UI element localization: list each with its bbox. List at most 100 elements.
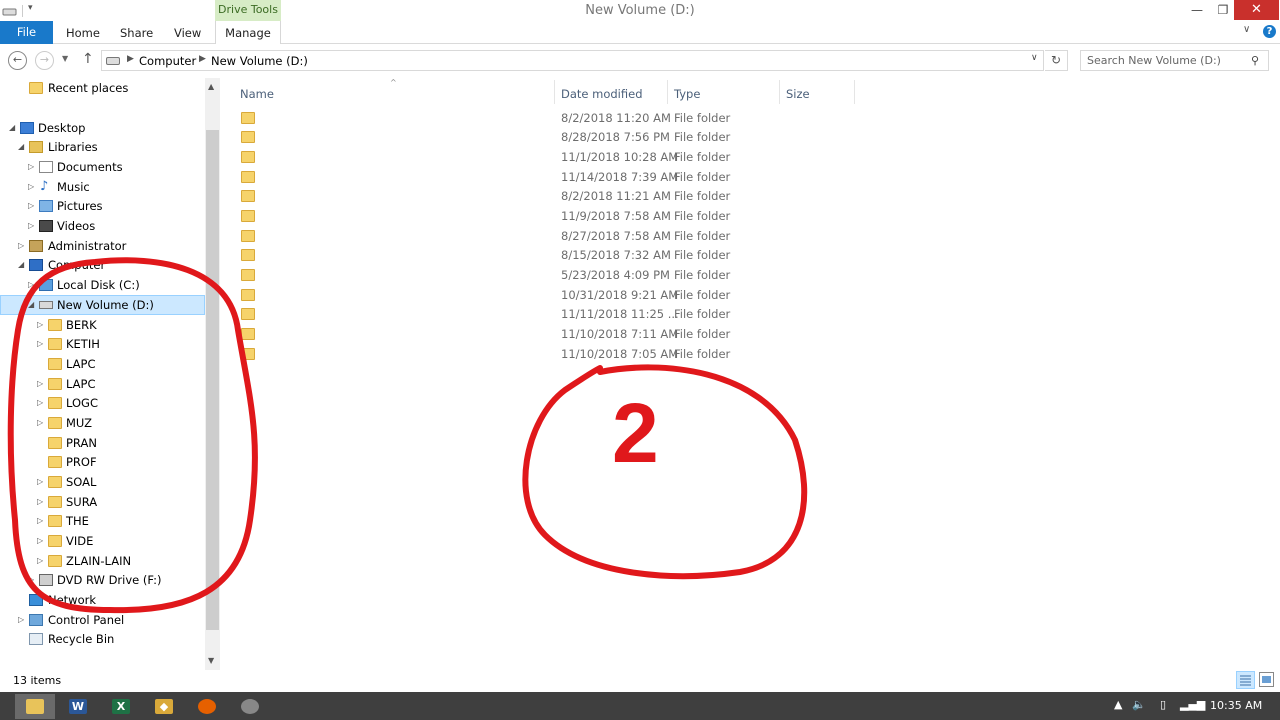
expand-arrow-icon[interactable]: ▷	[28, 177, 38, 197]
up-arrow-icon[interactable]: ↑	[82, 51, 94, 67]
scroll-up-icon[interactable]: ▲	[208, 82, 214, 91]
nav-item-folder[interactable]: ▷ BERK	[0, 315, 205, 335]
column-header-type[interactable]: Type	[674, 82, 700, 106]
nav-item-recent-places[interactable]: Recent places	[0, 78, 205, 98]
tab-home[interactable]: Home	[66, 21, 100, 44]
collapse-arrow-icon[interactable]: ◢	[18, 137, 28, 157]
nav-item-folder[interactable]: ▷ MUZ	[0, 413, 205, 433]
expand-arrow-icon[interactable]: ▷	[18, 236, 28, 256]
table-row[interactable]: 11/1/2018 10:28 AM File folder	[228, 147, 858, 167]
nav-item-network[interactable]: Network	[0, 590, 205, 610]
expand-arrow-icon[interactable]: ▷	[28, 196, 38, 216]
search-box[interactable]: ⚲	[1080, 50, 1269, 71]
taskbar-firefox[interactable]	[187, 694, 227, 719]
expand-arrow-icon[interactable]: ▷	[37, 472, 47, 492]
taskbar-file-explorer[interactable]	[15, 694, 55, 719]
address-dropdown-icon[interactable]: ∨	[1031, 53, 1038, 63]
nav-item-folder[interactable]: ▷ VIDE	[0, 531, 205, 551]
nav-item-desktop[interactable]: ◢ Desktop	[0, 118, 205, 138]
back-button[interactable]: ←	[8, 51, 27, 70]
maximize-button[interactable]: ❐	[1213, 0, 1233, 20]
expand-arrow-icon[interactable]: ▷	[37, 334, 47, 354]
table-row[interactable]: 5/23/2018 4:09 PM File folder	[228, 265, 858, 285]
close-button[interactable]: ✕	[1234, 0, 1279, 20]
nav-item-documents[interactable]: ▷ Documents	[0, 157, 205, 177]
clock[interactable]: 10:35 AM	[1210, 699, 1262, 712]
nav-item-folder[interactable]: ▷ SOAL	[0, 472, 205, 492]
column-divider[interactable]	[667, 80, 668, 104]
nav-item-folder[interactable]: ▷ ZLAIN-LAIN	[0, 551, 205, 571]
column-header-size[interactable]: Size	[786, 82, 810, 106]
recent-locations-dropdown-icon[interactable]: ▼	[62, 54, 68, 63]
expand-arrow-icon[interactable]: ▷	[37, 413, 47, 433]
column-divider[interactable]	[779, 80, 780, 104]
table-row[interactable]: 11/9/2018 7:58 AM File folder	[228, 206, 858, 226]
expand-arrow-icon[interactable]: ▷	[37, 492, 47, 512]
table-row[interactable]: 11/10/2018 7:11 AM File folder	[228, 324, 858, 344]
large-icons-view-button[interactable]	[1259, 672, 1274, 687]
table-row[interactable]: 10/31/2018 9:21 AM File folder	[228, 285, 858, 305]
search-input[interactable]	[1087, 53, 1247, 68]
table-row[interactable]: 11/14/2018 7:39 AM File folder	[228, 167, 858, 187]
search-icon[interactable]: ⚲	[1251, 54, 1259, 67]
nav-item-folder[interactable]: ▷ THE	[0, 511, 205, 531]
expand-arrow-icon[interactable]: ▷	[37, 315, 47, 335]
column-divider[interactable]	[554, 80, 555, 104]
expand-arrow-icon[interactable]: ▷	[37, 531, 47, 551]
table-row[interactable]: 8/2/2018 11:20 AM File folder	[228, 108, 858, 128]
expand-arrow-icon[interactable]: ▷	[28, 570, 38, 590]
nav-item-computer[interactable]: ◢ Computer	[0, 255, 205, 275]
chevron-right-icon[interactable]: ▶	[199, 54, 206, 64]
nav-item-folder[interactable]: LAPC	[0, 354, 205, 374]
nav-item-music[interactable]: ▷ ♪ Music	[0, 177, 205, 197]
collapse-arrow-icon[interactable]: ◢	[9, 118, 19, 138]
column-divider[interactable]	[854, 80, 855, 104]
nav-item-videos[interactable]: ▷ Videos	[0, 216, 205, 236]
help-icon[interactable]: ?	[1263, 25, 1276, 38]
nav-item-recycle-bin[interactable]: Recycle Bin	[0, 629, 205, 649]
nav-item-folder[interactable]: PROF	[0, 452, 205, 472]
expand-arrow-icon[interactable]: ▷	[37, 551, 47, 571]
nav-item-folder[interactable]: ▷ LAPC	[0, 374, 205, 394]
table-row[interactable]: 11/11/2018 11:25 ... File folder	[228, 304, 858, 324]
taskbar-app[interactable]: ◆	[144, 694, 184, 719]
expand-arrow-icon[interactable]: ▷	[28, 157, 38, 177]
volume-icon[interactable]: 🔈	[1132, 698, 1146, 711]
tab-manage[interactable]: Manage	[215, 21, 281, 44]
refresh-button[interactable]: ↻	[1045, 50, 1068, 71]
nav-item-administrator[interactable]: ▷ Administrator	[0, 236, 205, 256]
collapse-arrow-icon[interactable]: ◢	[18, 255, 28, 275]
tab-file[interactable]: File	[0, 21, 53, 44]
nav-item-folder[interactable]: ▷ KETIH	[0, 334, 205, 354]
table-row[interactable]: 8/27/2018 7:58 AM File folder	[228, 226, 858, 246]
nav-pane-scrollbar[interactable]: ▲ ▼	[205, 78, 220, 670]
expand-arrow-icon[interactable]: ▷	[18, 610, 28, 630]
nav-item-dvd-rw-drive-f[interactable]: ▷ DVD RW Drive (F:)	[0, 570, 205, 590]
minimize-button[interactable]: —	[1187, 0, 1207, 20]
nav-item-folder[interactable]: ▷ LOGC	[0, 393, 205, 413]
nav-item-control-panel[interactable]: ▷ Control Panel	[0, 610, 205, 630]
address-bar[interactable]: ▶ Computer ▶ New Volume (D:)	[101, 50, 1044, 71]
nav-item-pictures[interactable]: ▷ Pictures	[0, 196, 205, 216]
nav-item-libraries[interactable]: ◢ Libraries	[0, 137, 205, 157]
scroll-down-icon[interactable]: ▼	[208, 656, 214, 665]
table-row[interactable]: 8/15/2018 7:32 AM File folder	[228, 245, 858, 265]
expand-arrow-icon[interactable]: ▷	[37, 374, 47, 394]
nav-item-folder[interactable]: ▷ SURA	[0, 492, 205, 512]
taskbar-word[interactable]: W	[58, 694, 98, 719]
nav-item-folder[interactable]: PRAN	[0, 433, 205, 453]
table-row[interactable]: 8/2/2018 11:21 AM File folder	[228, 186, 858, 206]
expand-arrow-icon[interactable]: ▷	[37, 511, 47, 531]
tab-view[interactable]: View	[174, 21, 201, 44]
tab-share[interactable]: Share	[120, 21, 153, 44]
expand-arrow-icon[interactable]: ▷	[28, 275, 38, 295]
breadcrumb-new-volume[interactable]: New Volume (D:)	[211, 54, 308, 68]
scrollbar-thumb[interactable]	[206, 130, 219, 630]
show-hidden-icons[interactable]: ▲	[1114, 698, 1122, 711]
taskbar-excel[interactable]: X	[101, 694, 141, 719]
nav-item-local-disk-c[interactable]: ▷ Local Disk (C:)	[0, 275, 205, 295]
breadcrumb-computer[interactable]: Computer	[139, 54, 196, 68]
column-header-name[interactable]: Name	[240, 82, 274, 106]
nav-item-new-volume-d[interactable]: ◢ New Volume (D:)	[0, 295, 205, 315]
table-row[interactable]: 8/28/2018 7:56 PM File folder	[228, 127, 858, 147]
